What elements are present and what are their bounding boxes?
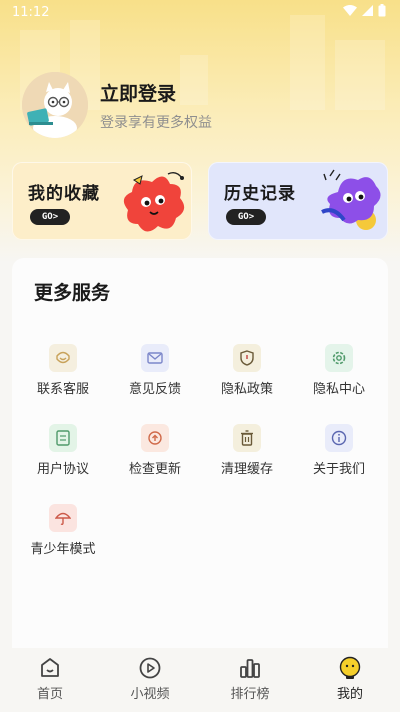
purple-mascot-icon <box>321 169 381 230</box>
service-label: 检查更新 <box>128 462 181 477</box>
tab-short-video[interactable]: 小视频 <box>100 648 200 712</box>
service-label: 清理缓存 <box>220 462 273 477</box>
home-icon <box>41 658 59 677</box>
service-about-us[interactable]: 关于我们 <box>294 424 384 484</box>
signal-icon <box>362 4 373 20</box>
customer-service-icon <box>49 344 77 372</box>
service-contact-support[interactable]: 联系客服 <box>18 344 108 404</box>
service-privacy-center[interactable]: 隐私中心 <box>294 344 384 404</box>
shield-icon <box>233 344 261 372</box>
service-clear-cache[interactable]: 清理缓存 <box>202 424 292 484</box>
service-label: 隐私中心 <box>312 382 365 397</box>
red-mascot-icon <box>123 171 185 232</box>
section-title: 更多服务 <box>34 282 111 304</box>
status-bar: 11:12 <box>0 0 400 24</box>
favorites-card-title: 我的收藏 <box>28 184 100 204</box>
service-label: 联系客服 <box>36 382 89 397</box>
login-title[interactable]: 立即登录 <box>100 79 212 106</box>
history-go-badge: GO> <box>226 209 266 225</box>
mail-icon <box>141 344 169 372</box>
history-card-title: 历史记录 <box>224 184 296 204</box>
favorites-card[interactable]: 我的收藏 GO> <box>12 162 192 240</box>
service-label: 用户协议 <box>36 462 89 477</box>
bottom-tab-bar: 首页 小视频 排行榜 我的 <box>0 648 400 712</box>
service-check-update[interactable]: 检查更新 <box>110 424 200 484</box>
tab-label: 小视频 <box>130 687 170 702</box>
service-label: 关于我们 <box>312 462 365 477</box>
tab-ranking[interactable]: 排行榜 <box>200 648 300 712</box>
tab-label: 我的 <box>336 687 363 702</box>
service-teen-mode[interactable]: 青少年模式 <box>18 504 108 564</box>
service-label: 意见反馈 <box>128 382 181 397</box>
service-label: 隐私政策 <box>220 382 273 397</box>
avatar[interactable] <box>22 72 88 138</box>
service-feedback[interactable]: 意见反馈 <box>110 344 200 404</box>
play-icon <box>139 657 161 679</box>
login-area[interactable]: 立即登录 登录享有更多权益 <box>22 72 212 138</box>
ranking-icon <box>240 659 260 678</box>
tab-home[interactable]: 首页 <box>0 648 100 712</box>
update-icon <box>141 424 169 452</box>
history-card[interactable]: 历史记录 GO> <box>208 162 388 240</box>
favorites-go-badge: GO> <box>30 209 70 225</box>
trash-icon <box>233 424 261 452</box>
tab-label: 排行榜 <box>230 687 270 702</box>
status-time: 11:12 <box>12 4 50 20</box>
service-privacy-policy[interactable]: 隐私政策 <box>202 344 292 404</box>
info-icon <box>325 424 353 452</box>
gear-icon <box>325 344 353 372</box>
more-services-panel: 更多服务 联系客服 意见反馈 隐私政策 隐私中心 用户协议 检查更新 清理缓存 … <box>12 258 388 648</box>
profile-icon <box>339 656 361 679</box>
service-user-agreement[interactable]: 用户协议 <box>18 424 108 484</box>
document-icon <box>49 424 77 452</box>
login-subtitle: 登录享有更多权益 <box>100 114 212 131</box>
tab-mine[interactable]: 我的 <box>300 648 400 712</box>
battery-icon <box>378 3 386 21</box>
tab-label: 首页 <box>36 687 63 702</box>
wifi-icon <box>343 4 357 20</box>
service-label: 青少年模式 <box>30 542 96 557</box>
umbrella-icon <box>49 504 77 532</box>
